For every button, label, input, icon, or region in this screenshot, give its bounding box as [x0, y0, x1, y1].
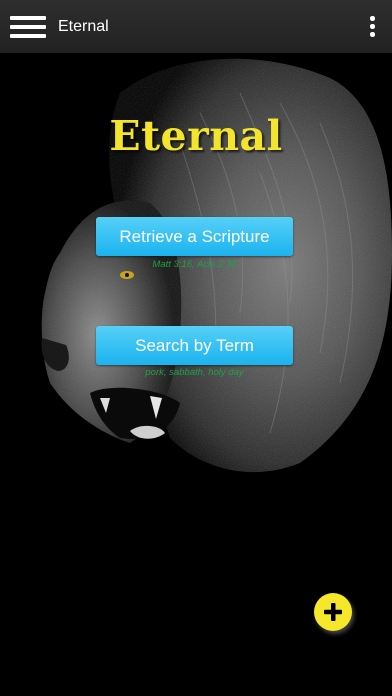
- plus-icon: [324, 603, 342, 621]
- app-logo-text: Eternal: [109, 112, 283, 160]
- search-by-term-button[interactable]: Search by Term: [96, 326, 293, 365]
- top-toolbar: Eternal: [0, 0, 392, 53]
- search-hint: pork, sabbath, holy day: [145, 367, 244, 378]
- add-fab-button[interactable]: [314, 593, 352, 631]
- retrieve-hint: Matt 3:16, Acts 2:38: [152, 259, 237, 270]
- retrieve-scripture-button[interactable]: Retrieve a Scripture: [96, 217, 293, 256]
- more-vertical-icon[interactable]: [364, 14, 380, 40]
- toolbar-title: Eternal: [58, 18, 109, 35]
- app-screen: Eternal Eternal Retrieve a Scripture Mat…: [0, 0, 392, 696]
- hamburger-menu-icon[interactable]: [10, 13, 46, 41]
